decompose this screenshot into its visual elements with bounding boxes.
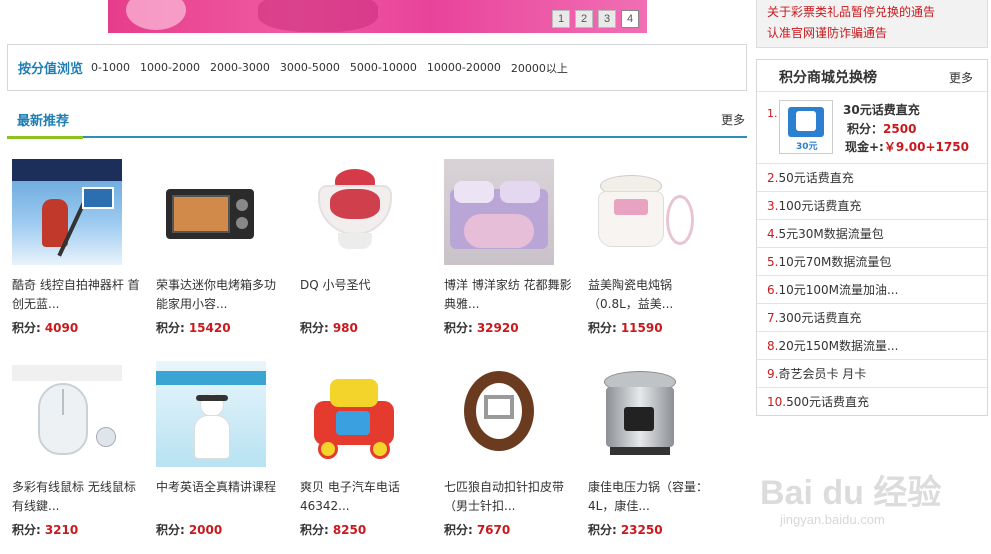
product-card[interactable]: 多彩有线鼠标 无线鼠标 有线鍵... 积分: 3210 [12,361,142,538]
promo-banner[interactable]: 1 2 3 4 [108,0,647,33]
product-card[interactable]: 爽贝 电子汽车电话 46342... 积分: 8250 [300,361,430,538]
range-link-0-1000[interactable]: 0-1000 [91,61,130,74]
ranking-more-link[interactable]: 更多 [949,69,973,86]
ranking-title: 积分商城兑换榜 [779,70,877,86]
product-points: 积分: 7670 [444,523,511,537]
range-link-20000-plus[interactable]: 20000以上 [511,60,568,76]
product-points: 积分: 4090 [12,321,79,335]
product-points: 积分: 980 [300,321,358,335]
product-card[interactable]: 博洋 博洋家纺 花都舞影 典雅... 积分: 32920 [444,159,574,336]
banner-page-3[interactable]: 3 [598,10,616,28]
product-name[interactable]: 多彩有线鼠标 无线鼠标 有线鍵... [12,478,142,516]
ranking-row[interactable]: 6.10元100M流量加油... [757,276,987,304]
ranking-row[interactable]: 8.20元150M数据流量... [757,332,987,360]
product-points: 积分: 2000 [156,523,223,537]
product-name[interactable]: DQ 小号圣代 [300,276,430,314]
ranking-row[interactable]: 10.500元话费直充 [757,388,987,416]
ranking-top-item[interactable]: 1. 30元 30元话费直充 积分：2500 现金+:￥9.00+1750 [757,92,987,164]
range-link-10000-20000[interactable]: 10000-20000 [427,61,501,74]
notice-link-lottery[interactable]: 关于彩票类礼品暂停兑换的通告 [767,2,987,23]
product-card[interactable]: 酷奇 线控自拍神器杆 首创无蓝... 积分: 4090 [12,159,142,336]
pressure-cooker-image[interactable] [588,361,698,467]
product-points: 积分: 8250 [300,523,367,537]
product-name[interactable]: 益美陶瓷电炖锅（0.8L，益美... [588,276,718,314]
banner-decoration [126,0,186,30]
section-more-link[interactable]: 更多 [721,111,745,128]
toaster-oven-image[interactable] [156,159,266,265]
range-link-3000-5000[interactable]: 3000-5000 [280,61,340,74]
product-name[interactable]: 康佳电压力锅（容量：4L，康佳... [588,478,718,516]
bedding-set-image[interactable] [444,159,554,265]
browse-label: 按分值浏览 [18,62,84,77]
latest-recommend-header: 最新推荐 更多 [7,106,747,139]
leather-belt-image[interactable] [444,361,554,467]
phone-card-thumbnail[interactable]: 30元 [779,100,833,154]
product-points: 积分: 23250 [588,523,663,537]
product-name[interactable]: 七匹狼自动扣针扣皮带（男士针扣... [444,478,574,516]
notice-link-fraud[interactable]: 认准官网谨防诈骗通告 [767,23,987,44]
product-points: 积分: 32920 [444,321,519,335]
range-link-2000-3000[interactable]: 2000-3000 [210,61,270,74]
product-card[interactable]: 中考英语全真精讲课程 积分: 2000 [156,361,286,538]
ranking-header: 积分商城兑换榜 更多 [757,60,987,92]
ranking-row[interactable]: 7.300元话费直充 [757,304,987,332]
product-card[interactable]: DQ 小号圣代 积分: 980 [300,159,430,336]
banner-pager: 1 2 3 4 [552,10,639,28]
product-name[interactable]: 酷奇 线控自拍神器杆 首创无蓝... [12,276,142,314]
range-link-5000-10000[interactable]: 5000-10000 [350,61,417,74]
watermark-url: jingyan.baidu.com [780,512,885,527]
product-name[interactable]: 爽贝 电子汽车电话 46342... [300,478,430,516]
toy-car-phone-image[interactable] [300,361,410,467]
section-title-underline [7,136,83,139]
mouse-image[interactable] [12,361,122,467]
product-card[interactable]: 康佳电压力锅（容量：4L，康佳... 积分: 23250 [588,361,718,538]
product-card[interactable]: 益美陶瓷电炖锅（0.8L，益美... 积分: 11590 [588,159,718,336]
ranking-item-points: 积分：2500 [847,122,917,136]
exchange-ranking: 积分商城兑换榜 更多 1. 30元 30元话费直充 积分：2500 现金+:￥9… [756,59,988,416]
product-card[interactable]: 荣事达迷你电烤箱多功能家用小容... 积分: 15420 [156,159,286,336]
browse-by-points-bar: 按分值浏览 0-1000 1000-2000 2000-3000 3000-50… [7,44,747,91]
product-name[interactable]: 博洋 博洋家纺 花都舞影 典雅... [444,276,574,314]
notice-box: 关于彩票类礼品暂停兑换的通告 认准官网谨防诈骗通告 [756,0,988,48]
ranking-row[interactable]: 9.奇艺会员卡 月卡 [757,360,987,388]
product-name[interactable]: 荣事达迷你电烤箱多功能家用小容... [156,276,286,314]
ranking-row[interactable]: 4.5元30M数据流量包 [757,220,987,248]
watermark-logo: Bai du 经验 [760,474,942,512]
rank-number: 1. [767,107,778,120]
ranking-row[interactable]: 5.10元70M数据流量包 [757,248,987,276]
product-card[interactable]: 七匹狼自动扣针扣皮带（男士针扣... 积分: 7670 [444,361,574,538]
ranking-row[interactable]: 3.100元话费直充 [757,192,987,220]
banner-decoration [258,0,378,32]
section-title: 最新推荐 [17,114,70,129]
ranking-item-cash: 现金+:￥9.00+1750 [845,140,969,154]
product-points: 积分: 11590 [588,321,663,335]
banner-page-4[interactable]: 4 [621,10,639,28]
baidu-jingyan-watermark: Bai du 经验 jingyan.baidu.com [760,450,980,540]
english-course-image[interactable] [156,361,266,467]
banner-page-2[interactable]: 2 [575,10,593,28]
ranking-item-name[interactable]: 30元话费直充 [843,101,920,118]
stew-pot-image[interactable] [588,159,698,265]
product-name[interactable]: 中考英语全真精讲课程 [156,478,286,516]
range-link-1000-2000[interactable]: 1000-2000 [140,61,200,74]
banner-page-1[interactable]: 1 [552,10,570,28]
selfie-stick-image[interactable] [12,159,122,265]
product-points: 积分: 15420 [156,321,231,335]
sundae-image[interactable] [300,159,410,265]
product-points: 积分: 3210 [12,523,79,537]
ranking-row[interactable]: 2.50元话费直充 [757,164,987,192]
